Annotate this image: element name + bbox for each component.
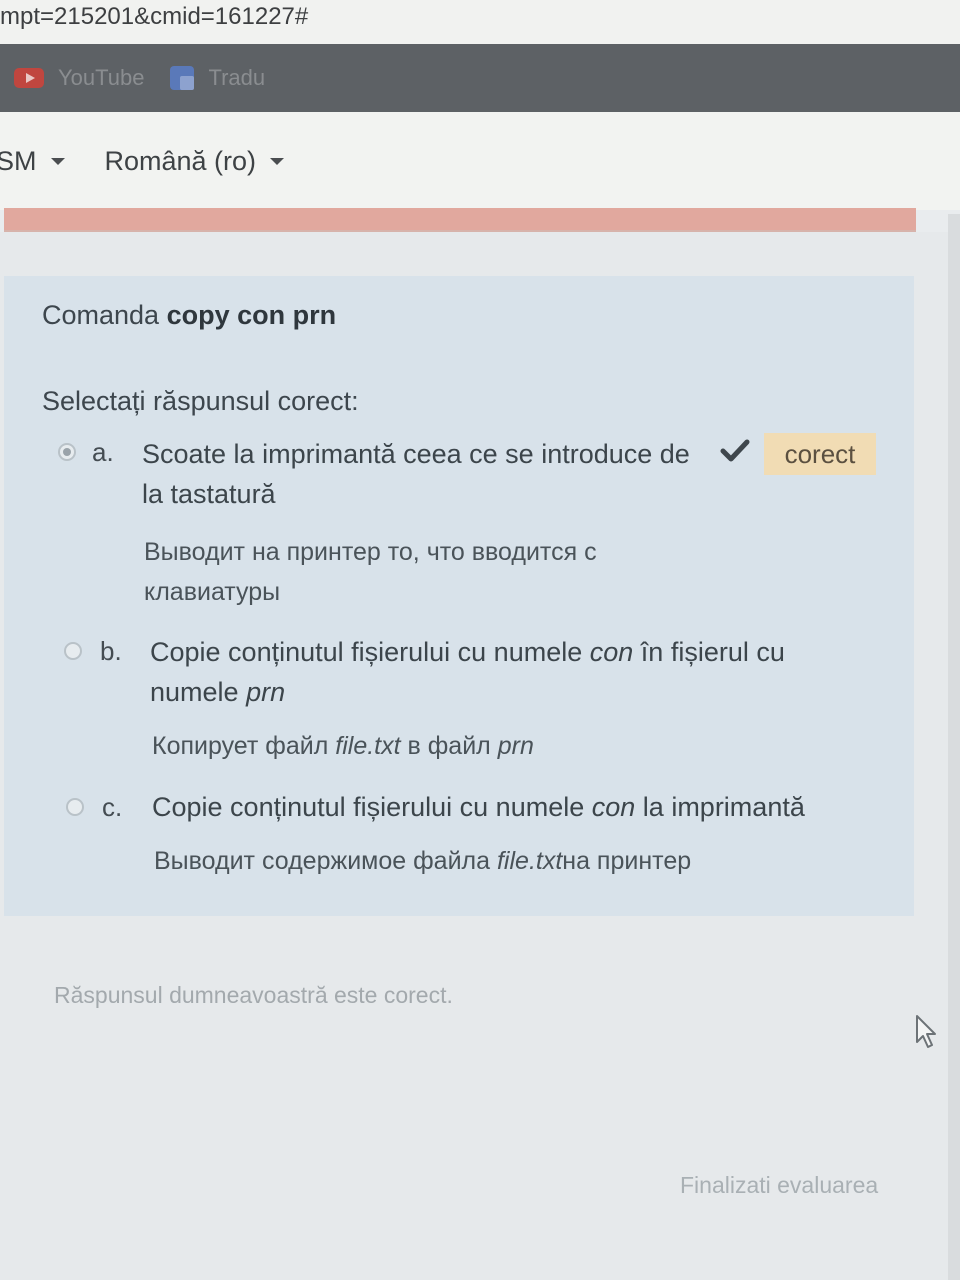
checkmark-icon bbox=[720, 439, 750, 462]
feedback-message: Răspunsul dumneavoastră este corect. bbox=[54, 982, 453, 1008]
option-a-text[interactable]: Scoate la imprimantă ceea ce se introduc… bbox=[142, 434, 690, 514]
mouse-cursor-icon bbox=[916, 1015, 936, 1048]
option-b-radio[interactable] bbox=[64, 642, 82, 660]
page-edge bbox=[948, 214, 960, 1280]
option-b-text[interactable]: Copie conținutul fișierului cu numele co… bbox=[150, 632, 785, 712]
translate-icon bbox=[170, 66, 195, 90]
bookmark-label: Tradu bbox=[208, 65, 266, 90]
option-a-translation: Выводит на принтер то, что вводится с кл… bbox=[144, 532, 597, 612]
url-text: mpt=215201&cmid=161227# bbox=[0, 3, 309, 30]
bookmarks-bar: YouTube Tradu bbox=[0, 44, 960, 112]
accent-divider bbox=[4, 208, 916, 232]
option-a-letter: a. bbox=[92, 437, 114, 467]
option-c-radio[interactable] bbox=[66, 798, 84, 816]
option-c-letter: c. bbox=[102, 792, 123, 822]
caret-down-icon bbox=[270, 157, 285, 165]
option-b-translation: Копирует файл file.txt в файл prn bbox=[152, 732, 534, 760]
language-menu[interactable]: Română (ro) bbox=[105, 146, 285, 177]
question-title: Comanda copy con prn bbox=[42, 300, 336, 331]
nav-menu-sm[interactable]: SM bbox=[0, 146, 65, 177]
status-badge-correct: corect bbox=[764, 433, 876, 475]
option-a-ru-line1: Выводит на принтер то, что вводится с bbox=[144, 538, 597, 566]
option-b-line1: Copie conținutul fișierului cu numele co… bbox=[150, 637, 785, 667]
finish-attempt-link[interactable]: Finalizati evaluarea bbox=[680, 1172, 878, 1199]
address-bar[interactable]: mpt=215201&cmid=161227# bbox=[0, 0, 960, 44]
option-c-translation: Выводит содержимое файла file.txtна прин… bbox=[154, 847, 692, 875]
site-top-nav: SM Română (ro) bbox=[0, 112, 960, 210]
caret-down-icon bbox=[50, 157, 65, 165]
option-c-text[interactable]: Copie conținutul fișierului cu numele co… bbox=[152, 787, 805, 827]
option-b-letter: b. bbox=[100, 636, 122, 666]
bookmark-youtube[interactable]: YouTube bbox=[14, 65, 144, 91]
bookmark-label: YouTube bbox=[58, 65, 145, 90]
option-a-line1: Scoate la imprimantă ceea ce se introduc… bbox=[142, 439, 690, 469]
language-label: Română (ro) bbox=[104, 145, 257, 176]
option-a-ru-line2: клавиатуры bbox=[144, 578, 281, 606]
youtube-icon bbox=[14, 68, 44, 88]
option-a-radio[interactable] bbox=[58, 443, 76, 461]
nav-menu-label: SM bbox=[0, 145, 37, 176]
option-b-line2: numele prn bbox=[150, 677, 286, 707]
question-title-text: Comanda bbox=[42, 300, 167, 330]
option-a-line2: la tastatură bbox=[142, 479, 276, 509]
question-command: copy con prn bbox=[166, 300, 337, 330]
bookmark-tradu[interactable]: Tradu bbox=[170, 65, 265, 91]
question-prompt: Selectați răspunsul corect: bbox=[42, 386, 359, 416]
